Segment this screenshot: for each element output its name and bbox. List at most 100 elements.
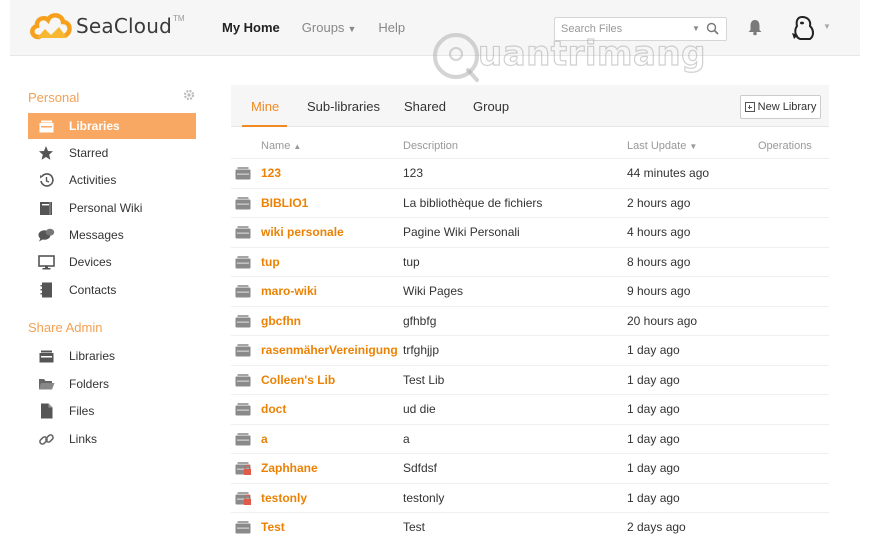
contacts-icon xyxy=(37,281,55,299)
library-description: Test Lib xyxy=(403,372,445,387)
library-name-link[interactable]: 123 xyxy=(261,166,281,180)
library-last-update: 1 day ago xyxy=(627,402,680,416)
sidebar-item-personal-wiki[interactable]: Personal Wiki xyxy=(28,195,196,221)
table-row[interactable]: BIBLIO1 La bibliothèque de fichiers 2 hour… xyxy=(231,189,829,218)
sort-descending-icon: ▼ xyxy=(689,142,698,151)
library-last-update: 1 day ago xyxy=(627,431,680,446)
library-name-link[interactable]: wiki personale xyxy=(261,225,344,239)
library-name-link[interactable]: Zaphhane xyxy=(261,461,318,475)
messages-icon xyxy=(37,226,55,244)
library-description: La bibliothèque de fichiers xyxy=(403,195,543,210)
library-name-link[interactable]: Test xyxy=(261,520,285,534)
library-last-update: 2 hours ago xyxy=(627,195,691,210)
sidebar-heading-personal: Personal xyxy=(28,90,80,105)
library-description: Wiki Pages xyxy=(403,284,464,298)
library-name-link[interactable]: BIBLIO1 xyxy=(261,196,308,210)
table-row[interactable]: Colleen's Lib Test Lib 1 day ago xyxy=(231,366,829,395)
sidebar-item-label: Starred xyxy=(69,146,109,160)
sidebar-item-admin-folders[interactable]: Folders xyxy=(28,371,196,397)
library-icon xyxy=(235,166,252,184)
library-description: Sdfdsf xyxy=(403,461,438,475)
column-header-last-update-label: Last Update xyxy=(627,140,687,152)
table-row[interactable]: Zaphhane Sdfdsf 1 day ago xyxy=(231,454,829,484)
library-description: ud die xyxy=(403,402,436,416)
library-icon xyxy=(235,196,252,214)
library-icon xyxy=(235,284,252,302)
table-row[interactable]: maro-wiki Wiki Pages 9 hours ago xyxy=(231,277,829,307)
library-description: gfhbfg xyxy=(403,313,437,328)
sidebar-heading-share-admin: Share Admin xyxy=(28,320,103,335)
sidebar-item-devices[interactable]: Devices xyxy=(28,249,196,275)
tab-mine[interactable]: Mine xyxy=(251,99,279,114)
library-icon xyxy=(37,347,55,365)
library-icon xyxy=(235,255,252,273)
sidebar-item-label: Activities xyxy=(69,173,117,187)
tab-sub-libraries[interactable]: Sub-libraries xyxy=(307,99,380,114)
tab-shared[interactable]: Shared xyxy=(404,99,446,114)
table-row[interactable]: tup tup 8 hours ago xyxy=(231,248,829,277)
watermark-text: uantrimang xyxy=(477,33,706,74)
avatar-caret-icon[interactable]: ▼ xyxy=(823,22,831,31)
library-last-update: 4 hours ago xyxy=(627,225,691,239)
user-avatar[interactable] xyxy=(788,13,820,46)
sidebar-item-label: Links xyxy=(69,432,98,446)
table-row[interactable]: gbcfhn gfhbfg 20 hours ago xyxy=(231,307,829,336)
library-name-link[interactable]: Colleen's Lib xyxy=(261,373,335,387)
sidebar-item-label: Libraries xyxy=(69,119,120,133)
file-icon xyxy=(37,402,55,420)
library-icon xyxy=(235,520,252,537)
library-last-update: 20 hours ago xyxy=(627,313,698,328)
table-row[interactable]: rasenmäherVereinigung trfghjjp 1 day ago xyxy=(231,336,829,366)
table-row[interactable]: doct ud die 1 day ago xyxy=(231,395,829,425)
sidebar-item-label: Messages xyxy=(69,228,124,242)
library-name-link[interactable]: maro-wiki xyxy=(261,284,317,298)
encrypted-library-icon xyxy=(235,461,252,479)
library-name-link[interactable]: a xyxy=(261,432,268,446)
library-name-link[interactable]: doct xyxy=(261,402,286,416)
nav-my-home[interactable]: My Home xyxy=(222,20,280,35)
library-name-link[interactable]: rasenmäherVereinigung xyxy=(261,343,398,357)
monitor-icon xyxy=(37,253,55,271)
library-description: Pagine Wiki Personali xyxy=(403,225,520,239)
column-header-name[interactable]: Name ▲ xyxy=(261,140,301,152)
tab-group[interactable]: Group xyxy=(473,99,509,114)
table-row[interactable]: a a 1 day ago xyxy=(231,425,829,454)
table-row[interactable]: Test Test 2 days ago xyxy=(231,513,829,537)
active-tab-indicator xyxy=(242,125,287,127)
column-header-last-update[interactable]: Last Update ▼ xyxy=(627,140,697,152)
sidebar-item-starred[interactable]: Starred xyxy=(28,140,196,166)
sidebar-item-admin-files[interactable]: Files xyxy=(28,398,196,424)
library-name-link[interactable]: tup xyxy=(261,255,280,269)
table-row[interactable]: testonly testonly 1 day ago xyxy=(231,484,829,513)
seacloud-logo[interactable]: SeaCloud TM xyxy=(29,11,185,41)
sidebar-item-messages[interactable]: Messages xyxy=(28,222,196,248)
new-library-button[interactable]: New Library xyxy=(740,95,821,119)
notification-bell-icon[interactable] xyxy=(747,18,763,39)
sidebar-item-label: Devices xyxy=(69,255,112,269)
sidebar-item-admin-libraries[interactable]: Libraries xyxy=(28,343,196,369)
gear-icon[interactable] xyxy=(183,89,195,104)
search-scope-caret-icon[interactable]: ▼ xyxy=(692,24,700,33)
sidebar-item-label: Contacts xyxy=(69,283,117,297)
library-last-update: 8 hours ago xyxy=(627,254,691,269)
sidebar-item-contacts[interactable]: Contacts xyxy=(28,277,196,303)
library-name-link[interactable]: testonly xyxy=(261,491,307,505)
table-row[interactable]: 123 123 44 minutes ago xyxy=(231,159,829,189)
column-header-operations: Operations xyxy=(758,140,812,152)
library-icon xyxy=(235,343,252,361)
nav-groups[interactable]: Groups ▼ xyxy=(302,20,357,35)
table-row[interactable]: wiki personale Pagine Wiki Personali 4 hou… xyxy=(231,218,829,248)
library-last-update: 1 day ago xyxy=(627,490,680,505)
nav-help[interactable]: Help xyxy=(378,20,405,35)
library-icon xyxy=(37,117,55,135)
sidebar-item-admin-links[interactable]: Links xyxy=(28,426,196,452)
search-icon[interactable] xyxy=(706,22,719,38)
plus-square-icon xyxy=(744,102,755,112)
library-description: a xyxy=(403,431,410,446)
encrypted-library-icon xyxy=(235,491,252,509)
sidebar-item-activities[interactable]: Activities xyxy=(28,167,196,193)
logo-trademark: TM xyxy=(173,13,185,23)
library-name-link[interactable]: gbcfhn xyxy=(261,314,301,328)
sidebar-item-libraries[interactable]: Libraries xyxy=(28,113,196,139)
column-header-description: Description xyxy=(403,140,459,152)
